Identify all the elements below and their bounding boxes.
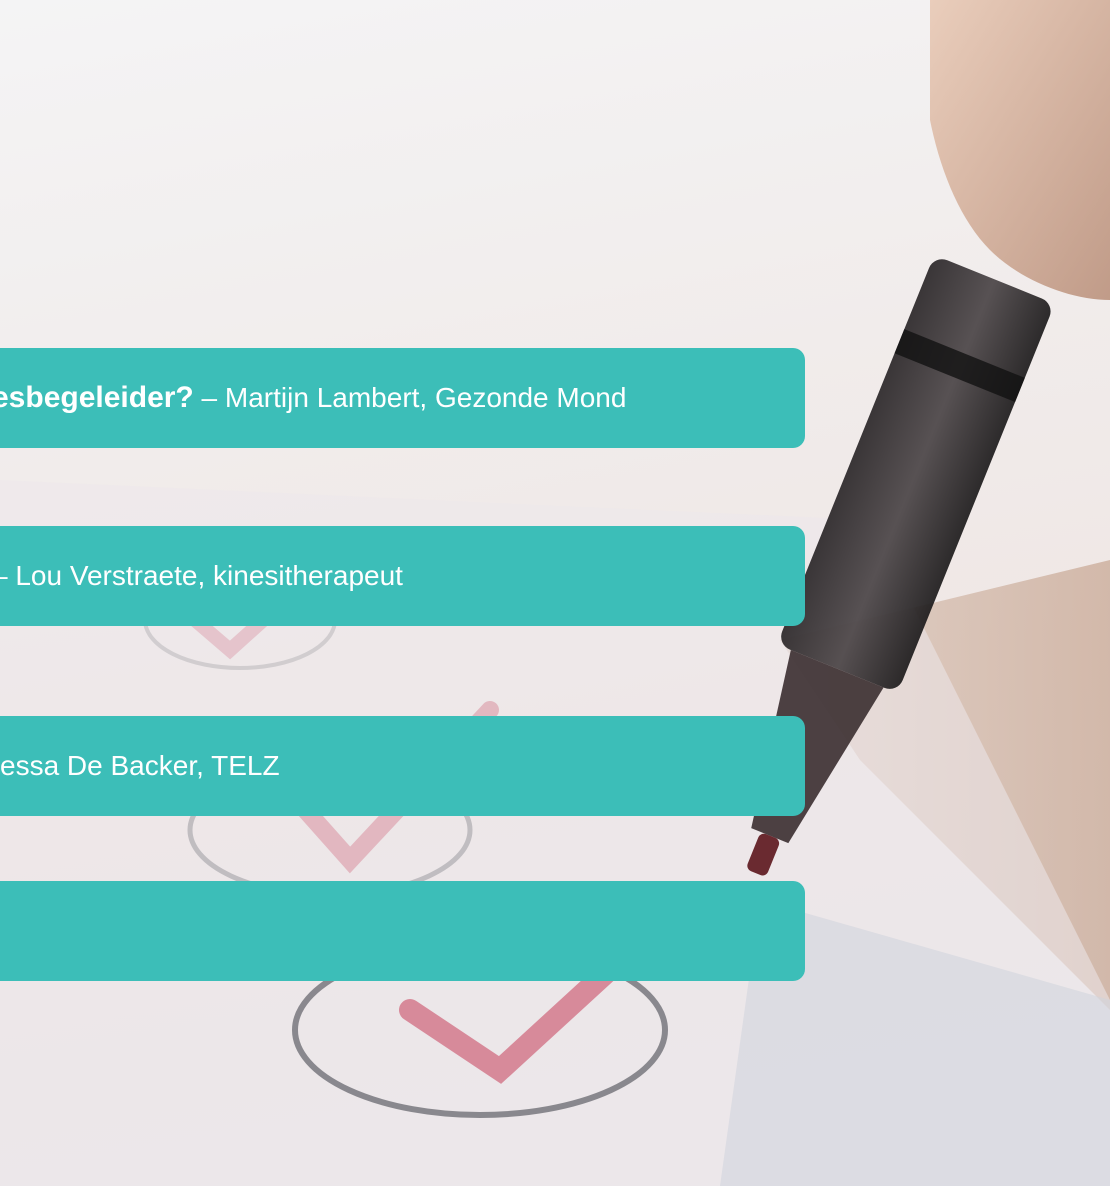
- testimonial-text: esbegeleider? – Martijn Lambert, Gezonde…: [0, 381, 626, 415]
- testimonial-text: – Lou Verstraete, kinesitherapeut: [0, 559, 403, 593]
- testimonial-author: Martijn Lambert, Gezonde Mond: [224, 382, 627, 413]
- page-stage: esbegeleider? – Martijn Lambert, Gezonde…: [0, 0, 1110, 1186]
- testimonial-separator: –: [193, 382, 225, 413]
- testimonial-bar[interactable]: [0, 881, 805, 981]
- testimonial-author: Lou Verstraete, kinesitherapeut: [15, 560, 403, 591]
- testimonial-question: esbegeleider?: [0, 381, 194, 414]
- testimonial-bar[interactable]: esbegeleider? – Martijn Lambert, Gezonde…: [0, 348, 805, 448]
- testimonial-text: essa De Backer, TELZ: [0, 749, 280, 783]
- testimonial-bar[interactable]: – Lou Verstraete, kinesitherapeut: [0, 526, 805, 626]
- testimonial-separator: –: [0, 560, 15, 591]
- testimonial-author: essa De Backer, TELZ: [0, 750, 280, 781]
- testimonial-bar[interactable]: essa De Backer, TELZ: [0, 716, 805, 816]
